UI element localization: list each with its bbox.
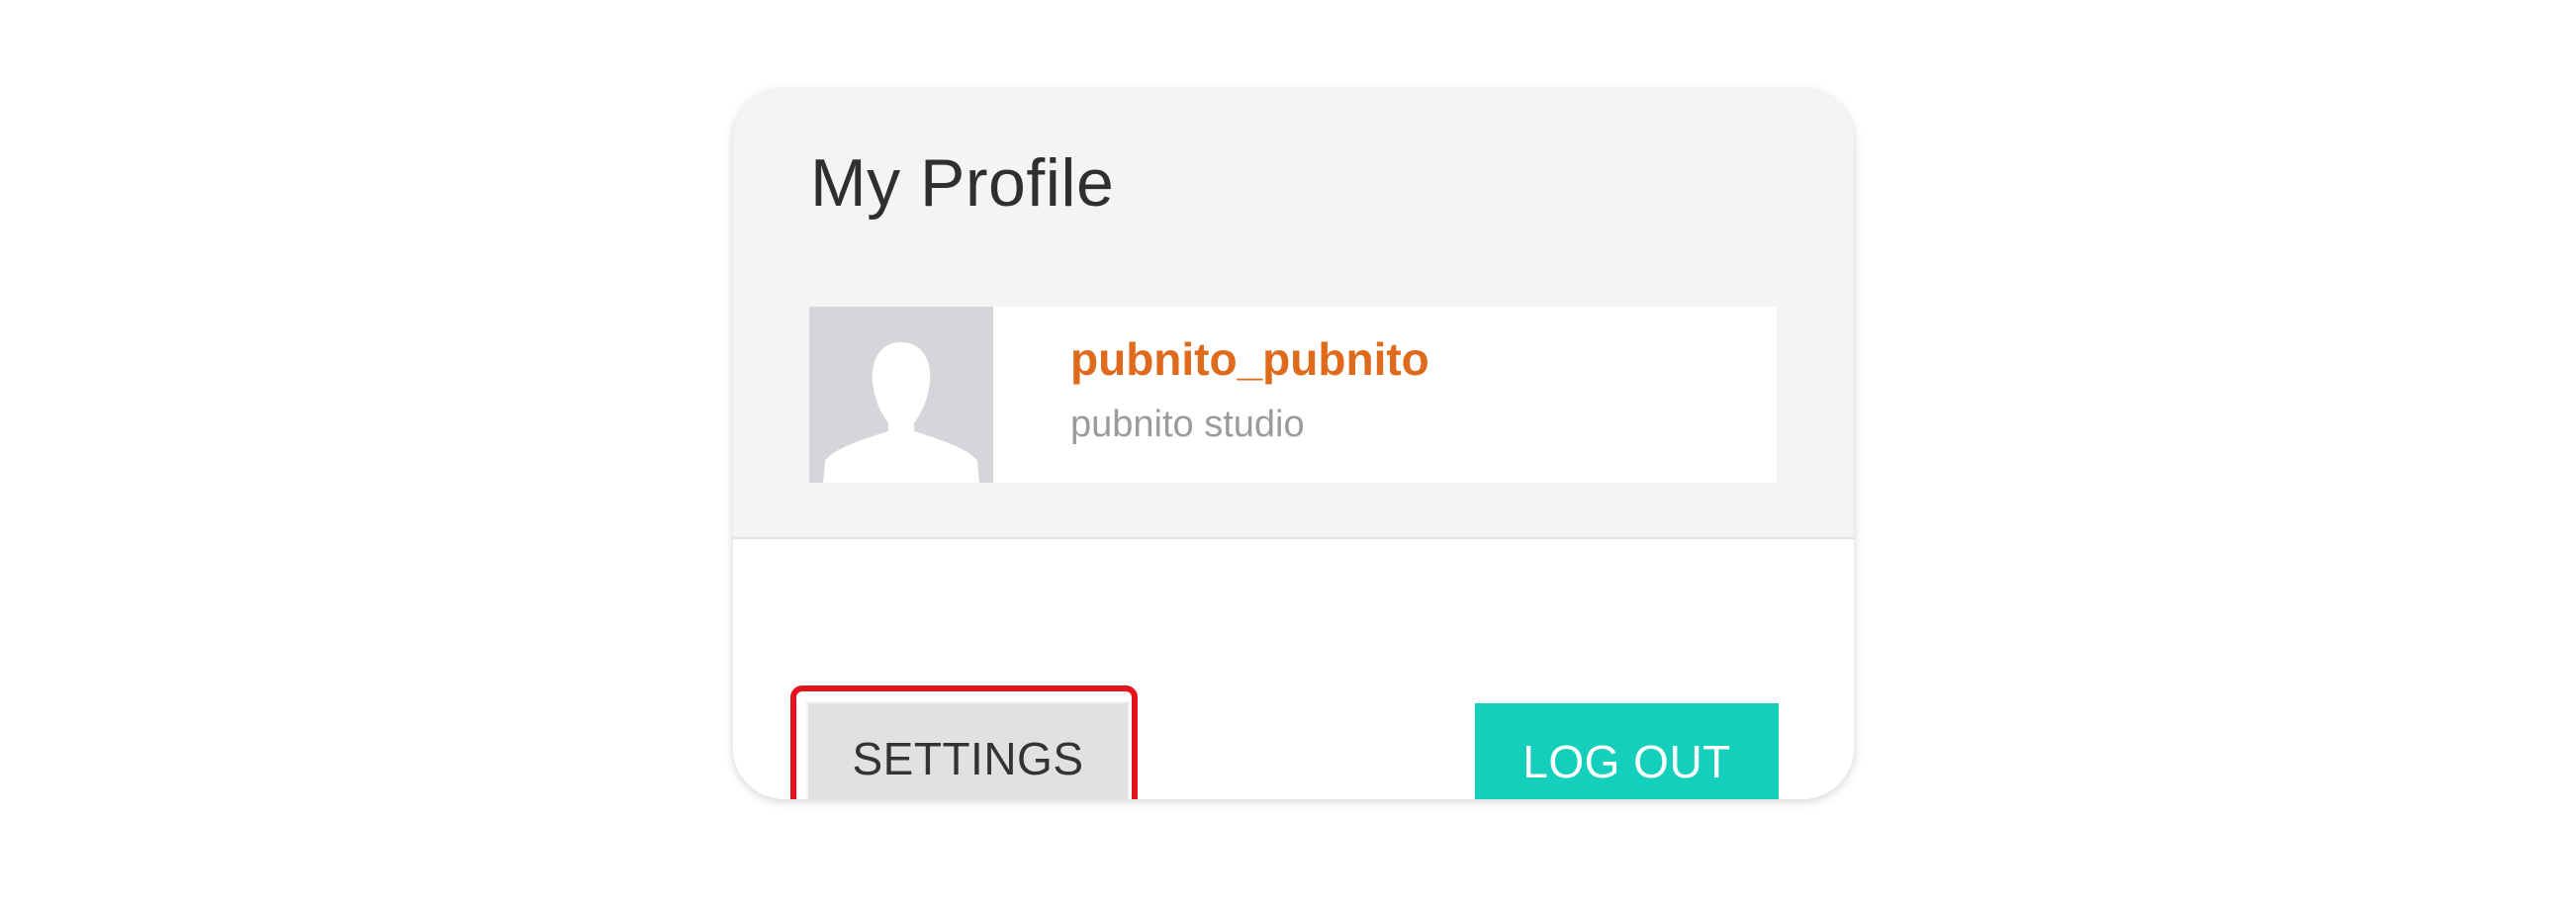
page: My Profile pubnito_pubnito pubnito studi… [0, 0, 2576, 912]
profile-header: My Profile pubnito_pubnito pubnito studi… [733, 89, 1854, 539]
company-name: pubnito studio [1070, 404, 1305, 445]
profile-card: My Profile pubnito_pubnito pubnito studi… [733, 89, 1854, 799]
page-title: My Profile [810, 145, 1115, 221]
username: pubnito_pubnito [1070, 333, 1429, 385]
user-summary: pubnito_pubnito pubnito studio [809, 307, 1777, 483]
avatar [809, 307, 993, 483]
settings-button[interactable]: SETTINGS [806, 701, 1130, 799]
profile-actions: SETTINGS LOG OUT [733, 539, 1854, 799]
user-silhouette-icon [809, 307, 993, 483]
logout-button[interactable]: LOG OUT [1475, 703, 1779, 799]
